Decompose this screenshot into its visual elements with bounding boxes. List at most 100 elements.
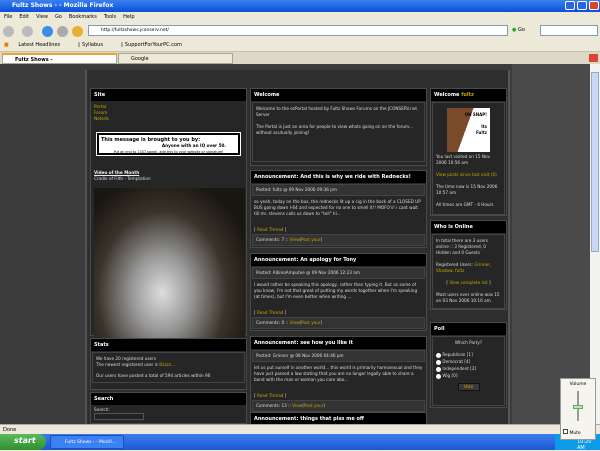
home-icon[interactable] bbox=[72, 26, 83, 37]
close-button[interactable] bbox=[589, 1, 599, 10]
read-thread-link[interactable]: Read Thread bbox=[257, 310, 284, 315]
link-netsirk[interactable]: Netsirk bbox=[94, 116, 243, 122]
announcement-body: let us put ourself in another world... t… bbox=[254, 365, 423, 382]
welcome-text: The Portal is just an area for people to… bbox=[256, 124, 414, 135]
bookmark-label: Latest Headlines bbox=[18, 42, 61, 48]
view-complete-list-link[interactable]: View complete list bbox=[449, 280, 487, 285]
close-tab-icon[interactable] bbox=[589, 54, 598, 62]
welcome-text: Welcome to the ezPortal hosted by Fultz … bbox=[256, 106, 418, 117]
volume-popup: Volume Mute bbox=[560, 378, 596, 440]
comments-count: Comments: 7 :: bbox=[256, 237, 290, 242]
tab-google[interactable]: Google bbox=[118, 53, 233, 64]
announcement-body: I would rather be speaking this apology,… bbox=[254, 282, 418, 299]
view-posts-link[interactable]: View posts since last visit (0) bbox=[436, 172, 501, 178]
panel-title: Site bbox=[91, 89, 246, 101]
poll-option[interactable]: Republican [1] bbox=[436, 352, 501, 358]
site-panel: Site Portal Forum Netsirk This message i… bbox=[90, 88, 247, 338]
go-icon: ● bbox=[512, 27, 517, 33]
time-now: The time now is 15 Nov 2006 10:57 am bbox=[436, 184, 498, 195]
comments-count: Comments: 13 :: bbox=[256, 403, 293, 408]
menu-go[interactable]: Go bbox=[55, 14, 62, 20]
tab-fultz-shows[interactable]: Fultz Shows - bbox=[2, 53, 117, 64]
scrollbar-thumb[interactable] bbox=[591, 72, 599, 252]
announcement-panel: Announcement: things that piss me off bbox=[250, 412, 427, 424]
iq-banner: This message is brought to you by: Anyon… bbox=[96, 132, 241, 156]
menu-edit[interactable]: Edit bbox=[19, 14, 29, 20]
taskbar: start Fultz Shows - - Mozill... 10:20 AM bbox=[0, 434, 600, 451]
announcement-panel: Announcement: see how you like it Posted:… bbox=[250, 336, 427, 414]
bookmark-supportforyourpc[interactable]: ▯ SupportForYourPC.com bbox=[121, 42, 190, 48]
post-comment-link[interactable]: Post your bbox=[304, 403, 324, 408]
radio-button[interactable] bbox=[436, 352, 441, 358]
panel-title: Who is Online bbox=[431, 221, 506, 233]
bookmark-label: SupportForYourPC.com bbox=[124, 42, 182, 48]
announcement-title: Announcement: And this is why we ride wi… bbox=[251, 171, 426, 183]
radio-button[interactable] bbox=[436, 359, 441, 365]
announcement-posted: Posted: AlbinoAmputee @ 09 Nov 2006 12:2… bbox=[252, 267, 425, 279]
start-button[interactable]: start bbox=[0, 434, 46, 450]
menu-bookmarks[interactable]: Bookmarks bbox=[69, 14, 97, 20]
status-bar: Done bbox=[0, 424, 600, 434]
url-input[interactable]: http://fultzshows.jconserv.net/ bbox=[88, 25, 508, 36]
reload-icon[interactable] bbox=[42, 26, 53, 37]
view-comments-link[interactable]: View bbox=[290, 320, 300, 325]
announcement-panel: Announcement: An apology for Tony Posted:… bbox=[250, 253, 427, 331]
page-background bbox=[512, 64, 590, 424]
bookmarks-toolbar: ■ Latest Headlines ▯ Syllabus ▯ SupportF… bbox=[0, 39, 600, 52]
newest-user-link[interactable]: Bzzzz... bbox=[159, 362, 175, 367]
post-comment-link[interactable]: Post your bbox=[301, 320, 321, 325]
menu-bar: File Edit View Go Bookmarks Tools Help bbox=[0, 12, 600, 22]
stats-posts: Our users have posted a total of 594 art… bbox=[96, 373, 211, 378]
read-thread-link[interactable]: Read Thread bbox=[257, 393, 284, 398]
minimize-button[interactable] bbox=[565, 1, 575, 10]
vertical-scrollbar[interactable] bbox=[590, 64, 600, 424]
panel-title: Welcome bbox=[251, 89, 426, 101]
registered-label: Registered Users: bbox=[436, 262, 475, 267]
video-thumbnail[interactable] bbox=[94, 188, 245, 338]
most-online: Most users ever online was 15 on 03 Nov … bbox=[436, 292, 500, 303]
volume-slider[interactable] bbox=[573, 405, 583, 410]
menu-file[interactable]: File bbox=[4, 14, 12, 20]
stats-panel: Stats We have 20 registered users The ne… bbox=[90, 338, 247, 390]
post-comment-link[interactable]: Post your bbox=[301, 237, 321, 242]
radio-button[interactable] bbox=[436, 366, 441, 372]
last-visit: You last visited on 15 Nov 2006 10:56 am bbox=[436, 154, 491, 165]
view-comments-link[interactable]: View bbox=[290, 237, 300, 242]
radio-button[interactable] bbox=[436, 373, 441, 379]
poll-option[interactable]: Democrat [4] bbox=[436, 359, 501, 365]
panel-title: Search bbox=[91, 393, 246, 405]
taskbar-firefox[interactable]: Fultz Shows - - Mozill... bbox=[50, 435, 124, 449]
vote-button[interactable]: Vote bbox=[457, 383, 480, 391]
view-comments-link[interactable]: View bbox=[292, 403, 302, 408]
maximize-button[interactable] bbox=[577, 1, 587, 10]
bookmark-syllabus[interactable]: ▯ Syllabus bbox=[78, 42, 111, 48]
panel-title: Stats bbox=[91, 339, 246, 351]
go-label: Go bbox=[517, 27, 525, 33]
search-input[interactable] bbox=[94, 413, 144, 420]
menu-tools[interactable]: Tools bbox=[104, 14, 116, 20]
rss-icon: ■ bbox=[4, 42, 9, 48]
menu-view[interactable]: View bbox=[36, 14, 48, 20]
window-title: Fultz Shows - - Mozilla Firefox bbox=[12, 2, 114, 9]
go-button[interactable]: ● Go bbox=[512, 27, 525, 33]
read-thread-link[interactable]: Read Thread bbox=[257, 227, 284, 232]
announcement-title: Announcement: things that piss me off bbox=[251, 413, 426, 424]
menu-help[interactable]: Help bbox=[123, 14, 134, 20]
mute-checkbox[interactable] bbox=[563, 429, 568, 434]
poll-option[interactable]: Wig [0] bbox=[436, 373, 501, 379]
poll-option[interactable]: Independent [2] bbox=[436, 366, 501, 372]
poll-option-label: Democrat [4] bbox=[442, 359, 471, 364]
comments-count: Comments: 0 :: bbox=[256, 320, 290, 325]
announcement-title: Announcement: An apology for Tony bbox=[251, 254, 426, 266]
avatar-text: Its Fultz bbox=[476, 124, 487, 135]
stop-icon[interactable] bbox=[57, 26, 68, 37]
panel-title: Poll bbox=[431, 323, 506, 335]
back-icon[interactable] bbox=[3, 26, 14, 37]
forward-icon[interactable] bbox=[22, 26, 33, 37]
poll-option-label: Wig [0] bbox=[442, 373, 458, 378]
welcome-panel: Welcome Welcome to the ezPortal hosted b… bbox=[250, 88, 427, 166]
bookmark-latest-headlines[interactable]: ■ Latest Headlines bbox=[4, 42, 68, 48]
search-engine-input[interactable] bbox=[540, 25, 598, 36]
search-panel: Search Search: bbox=[90, 392, 247, 424]
volume-title: Volume bbox=[569, 382, 587, 387]
